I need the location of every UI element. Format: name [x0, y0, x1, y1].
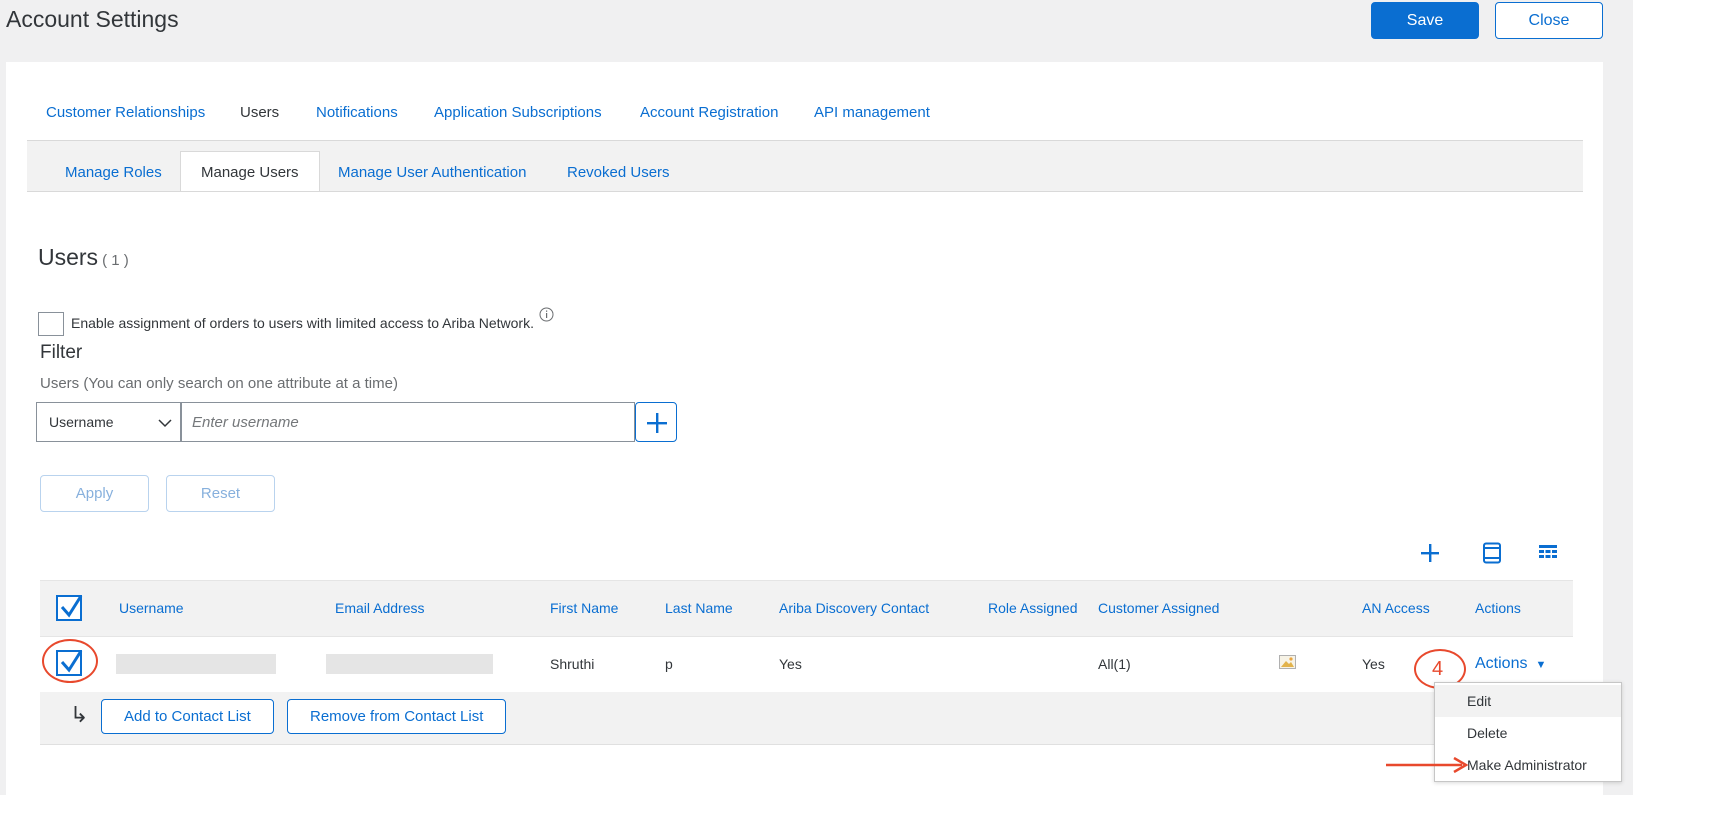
cell-first-name: Shruthi — [550, 656, 595, 672]
column-last-name[interactable]: Last Name — [665, 600, 733, 616]
column-username[interactable]: Username — [119, 600, 184, 616]
users-heading: Users( 1 ) — [38, 244, 129, 271]
tab-users[interactable]: Users — [240, 104, 279, 121]
annotation-arrow-icon — [1386, 757, 1469, 773]
subtab-manage-roles[interactable]: Manage Roles — [65, 164, 162, 181]
tab-notifications[interactable]: Notifications — [316, 104, 398, 121]
page-title: Account Settings — [6, 6, 179, 32]
image-icon — [1279, 655, 1296, 669]
column-settings-icon[interactable] — [1480, 541, 1504, 565]
add-to-contact-list-button[interactable]: Add to Contact List — [101, 699, 274, 734]
annotation-step-number: 4 — [1432, 658, 1444, 680]
save-button[interactable]: Save — [1371, 2, 1479, 39]
table-settings-icon[interactable] — [1536, 541, 1560, 565]
enable-assignment-checkbox[interactable] — [38, 312, 64, 336]
tab-application-subscriptions[interactable]: Application Subscriptions — [434, 104, 602, 121]
subtab-manage-user-authentication[interactable]: Manage User Authentication — [338, 164, 526, 181]
users-count: ( 1 ) — [102, 252, 129, 269]
filter-title: Filter — [40, 342, 83, 363]
column-email-address[interactable]: Email Address — [335, 600, 424, 616]
info-icon[interactable] — [539, 307, 554, 322]
cell-customer-assigned: All(1) — [1098, 656, 1131, 672]
menu-item-edit[interactable]: Edit — [1435, 685, 1621, 717]
column-customer-assigned[interactable]: Customer Assigned — [1098, 600, 1219, 616]
filter-attribute-select[interactable]: Username — [36, 402, 181, 442]
menu-item-delete[interactable]: Delete — [1435, 717, 1621, 749]
filter-hint: Users (You can only search on one attrib… — [40, 375, 398, 392]
filter-attribute-value: Username — [49, 414, 114, 430]
reset-button[interactable]: Reset — [166, 475, 275, 512]
add-filter-button[interactable] — [635, 402, 677, 442]
column-actions: Actions — [1475, 600, 1521, 616]
plus-icon — [647, 413, 667, 433]
username-redacted — [116, 654, 276, 674]
email-redacted — [326, 654, 493, 674]
column-ariba-discovery-contact[interactable]: Ariba Discovery Contact — [779, 600, 929, 616]
username-search-input[interactable] — [181, 402, 635, 442]
tab-customer-relationships[interactable]: Customer Relationships — [46, 104, 205, 121]
tab-account-registration[interactable]: Account Registration — [640, 104, 778, 121]
cell-ariba-discovery-contact: Yes — [779, 656, 802, 672]
annotation-circle-checkbox — [42, 639, 98, 683]
enable-assignment-label: Enable assignment of orders to users wit… — [71, 315, 534, 331]
remove-from-contact-list-button[interactable]: Remove from Contact List — [287, 699, 507, 734]
checkmark-icon — [60, 595, 83, 618]
apply-button[interactable]: Apply — [40, 475, 149, 512]
row-actions-label: Actions — [1475, 655, 1528, 672]
cell-an-access: Yes — [1362, 656, 1385, 672]
column-first-name[interactable]: First Name — [550, 600, 618, 616]
return-arrow-icon: ↳ — [70, 702, 89, 727]
subtab-revoked-users[interactable]: Revoked Users — [567, 164, 670, 181]
column-role-assigned[interactable]: Role Assigned — [988, 600, 1078, 616]
caret-down-icon: ▼ — [1535, 659, 1547, 671]
cell-last-name: p — [665, 656, 673, 672]
select-all-checkbox[interactable] — [56, 595, 83, 621]
plus-icon[interactable] — [1418, 541, 1442, 565]
users-title: Users — [38, 244, 99, 270]
tab-api-management[interactable]: API management — [814, 104, 930, 121]
close-button[interactable]: Close — [1495, 2, 1603, 39]
column-an-access[interactable]: AN Access — [1362, 600, 1430, 616]
chevron-down-icon — [158, 419, 172, 428]
row-actions-dropdown[interactable]: Actions ▼ — [1475, 655, 1546, 673]
subtab-manage-users[interactable]: Manage Users — [180, 151, 320, 191]
